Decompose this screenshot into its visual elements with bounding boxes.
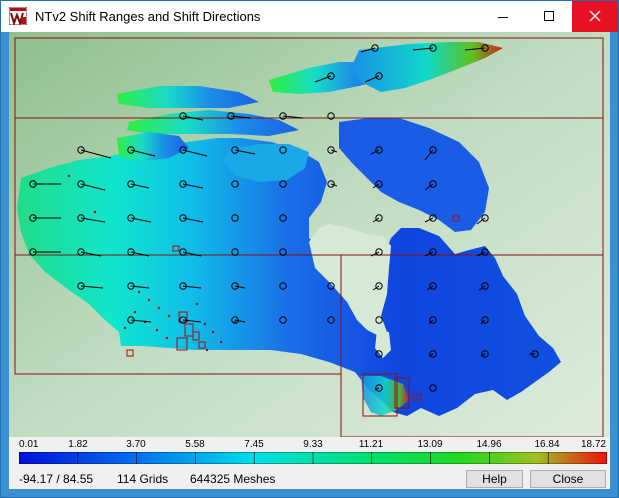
- scale-labels: 0.01 1.82 3.70 5.58 7.45 9.33 11.21 13.0…: [9, 437, 610, 451]
- app-window: NTv2 Shift Ranges and Shift Directions 0…: [0, 0, 619, 498]
- scale-label: 11.21: [358, 439, 384, 450]
- window-title: NTv2 Shift Ranges and Shift Directions: [35, 9, 261, 24]
- scale-label: 7.45: [244, 439, 264, 450]
- scale-label: 13.09: [417, 439, 443, 450]
- status-meshes: 644325 Meshes: [190, 472, 276, 486]
- maximize-icon: [544, 11, 554, 21]
- client-area: 0.01 1.82 3.70 5.58 7.45 9.33 11.21 13.0…: [9, 32, 610, 489]
- minimize-button[interactable]: [480, 1, 526, 32]
- scale-label: 5.58: [185, 439, 205, 450]
- scale-label: 16.84: [534, 439, 560, 450]
- minimize-icon: [498, 17, 508, 18]
- close-window-button[interactable]: [572, 1, 618, 32]
- shift-map[interactable]: [9, 32, 610, 437]
- maximize-button[interactable]: [526, 1, 572, 32]
- title-bar[interactable]: NTv2 Shift Ranges and Shift Directions: [1, 1, 618, 32]
- color-scale-bar: [19, 452, 607, 464]
- scale-label: 1.82: [68, 439, 88, 450]
- status-grids: 114 Grids: [117, 472, 169, 486]
- close-icon: [589, 10, 601, 22]
- close-button[interactable]: Close: [530, 470, 606, 488]
- status-range: -94.17 / 84.55: [19, 472, 94, 486]
- scale-label: 0.01: [19, 439, 39, 450]
- help-button[interactable]: Help: [466, 470, 523, 488]
- scale-label: 14.96: [476, 439, 502, 450]
- survey-logo-icon: [9, 7, 27, 25]
- scale-label: 3.70: [126, 439, 146, 450]
- scale-label: 18.72: [580, 439, 606, 450]
- scale-label: 9.33: [303, 439, 323, 450]
